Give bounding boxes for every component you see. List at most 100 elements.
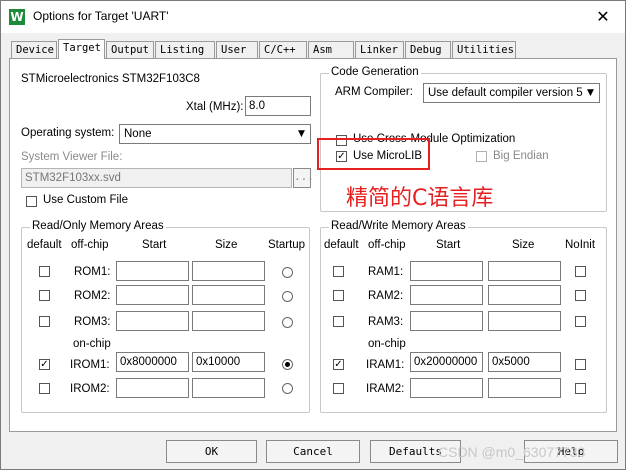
svf-input[interactable]: STM32F103xx.svd	[21, 168, 292, 188]
iram2-default-checkbox[interactable]	[333, 383, 344, 394]
device-name: STMicroelectronics STM32F103C8	[21, 73, 200, 85]
rom3-size-input[interactable]	[192, 311, 265, 331]
iram1-default-checkbox[interactable]: ✓	[333, 359, 344, 370]
ram1-start-input[interactable]	[410, 261, 483, 281]
rom3-label: ROM3:	[74, 316, 111, 328]
ram3-label: RAM3:	[368, 316, 404, 328]
rom3-default-checkbox[interactable]	[39, 316, 50, 327]
ram3-size-input[interactable]	[488, 311, 561, 331]
tab-linker[interactable]: Linker	[355, 41, 404, 58]
ram1-label: RAM1:	[368, 266, 404, 278]
irom2-startup-radio[interactable]	[282, 383, 293, 394]
iram2-start-input[interactable]	[410, 378, 483, 398]
rom1-start-input[interactable]	[116, 261, 189, 281]
big-endian-checkbox[interactable]	[476, 151, 487, 162]
cancel-button[interactable]: Cancel	[266, 440, 360, 463]
ram3-start-input[interactable]	[410, 311, 483, 331]
ro-header-startup: Startup	[268, 239, 306, 251]
os-label: Operating system:	[21, 127, 115, 139]
ram2-label: RAM2:	[368, 290, 404, 302]
arm-compiler-label: ARM Compiler:	[335, 86, 413, 98]
use-custom-file-label: Use Custom File	[43, 194, 128, 206]
tab-target[interactable]: Target	[58, 39, 105, 59]
irom2-default-checkbox[interactable]	[39, 383, 50, 394]
ram1-size-input[interactable]	[488, 261, 561, 281]
rom2-label: ROM2:	[74, 290, 111, 302]
rw-header-start: Start	[436, 239, 461, 251]
irom1-default-checkbox[interactable]: ✓	[39, 359, 50, 370]
chevron-down-icon[interactable]: ▼	[583, 85, 598, 101]
svf-browse-button[interactable]: ...	[293, 168, 314, 188]
tab-asm[interactable]: Asm	[308, 41, 354, 58]
iram1-size-input[interactable]: 0x5000	[488, 352, 561, 372]
ram2-size-input[interactable]	[488, 285, 561, 305]
irom1-start-input[interactable]: 0x8000000	[116, 352, 189, 372]
rw-header-noinit: NoInit	[565, 239, 596, 251]
close-icon[interactable]: ✕	[589, 6, 617, 28]
tab-device[interactable]: Device	[11, 41, 57, 58]
irom2-start-input[interactable]	[116, 378, 189, 398]
tab-output[interactable]: Output	[106, 41, 154, 58]
iram1-start-input[interactable]: 0x20000000	[410, 352, 483, 372]
title-bar: W Options for Target 'UART' ✕	[1, 1, 625, 33]
rom1-label: ROM1:	[74, 266, 111, 278]
irom1-label: IROM1:	[70, 359, 110, 371]
rw-header-size: Size	[512, 239, 535, 251]
rom1-default-checkbox[interactable]	[39, 266, 50, 277]
ro-header-size: Size	[215, 239, 238, 251]
iram2-label: IRAM2:	[366, 383, 405, 395]
ram3-noinit-checkbox[interactable]	[575, 316, 586, 327]
arm-compiler-value: Use default compiler version 5	[428, 87, 583, 99]
rw-onchip-label: on-chip	[368, 338, 406, 350]
ro-header-start: Start	[142, 239, 167, 251]
irom1-size-input[interactable]: 0x10000	[192, 352, 265, 372]
rw-header-offchip: off-chip	[368, 239, 406, 251]
iram1-label: IRAM1:	[366, 359, 405, 371]
chevron-down-icon[interactable]: ▼	[294, 126, 309, 142]
annotation-text: 精简的C语言库	[346, 186, 494, 211]
iram2-size-input[interactable]	[488, 378, 561, 398]
rom2-startup-radio[interactable]	[282, 291, 293, 302]
tab-cc[interactable]: C/C++	[259, 41, 307, 58]
ro-memory-title: Read/Only Memory Areas	[30, 220, 166, 232]
tab-debug[interactable]: Debug	[405, 41, 451, 58]
ram2-start-input[interactable]	[410, 285, 483, 305]
irom2-size-input[interactable]	[192, 378, 265, 398]
csdn-watermark: CSDN @m0_63077733	[438, 444, 586, 460]
rom1-startup-radio[interactable]	[282, 267, 293, 278]
rom3-startup-radio[interactable]	[282, 317, 293, 328]
ro-onchip-label: on-chip	[73, 338, 111, 350]
arm-compiler-select[interactable]: Use default compiler version 5 ▼	[423, 83, 600, 103]
window-title: Options for Target 'UART'	[33, 9, 169, 23]
tab-listing[interactable]: Listing	[155, 41, 215, 58]
xtal-input[interactable]: 8.0	[245, 96, 311, 116]
rom2-size-input[interactable]	[192, 285, 265, 305]
ro-header-offchip: off-chip	[71, 239, 109, 251]
tab-user[interactable]: User	[216, 41, 258, 58]
use-custom-file-checkbox[interactable]	[26, 196, 37, 207]
svf-label: System Viewer File:	[21, 151, 123, 163]
ram3-default-checkbox[interactable]	[333, 316, 344, 327]
rw-memory-title: Read/Write Memory Areas	[329, 220, 468, 232]
rom2-default-checkbox[interactable]	[39, 290, 50, 301]
iram1-noinit-checkbox[interactable]	[575, 359, 586, 370]
rom2-start-input[interactable]	[116, 285, 189, 305]
options-dialog: W Options for Target 'UART' ✕ Device Tar…	[0, 0, 626, 470]
ram2-noinit-checkbox[interactable]	[575, 290, 586, 301]
big-endian-label: Big Endian	[493, 150, 549, 162]
irom1-startup-radio[interactable]	[282, 359, 293, 370]
rom1-size-input[interactable]	[192, 261, 265, 281]
rom3-start-input[interactable]	[116, 311, 189, 331]
os-value: None	[124, 128, 152, 140]
ok-button[interactable]: OK	[166, 440, 257, 463]
irom2-label: IROM2:	[70, 383, 110, 395]
target-tab-panel: STMicroelectronics STM32F103C8 Xtal (MHz…	[9, 58, 617, 432]
ram1-default-checkbox[interactable]	[333, 266, 344, 277]
keil-app-icon: W	[9, 9, 25, 25]
os-select[interactable]: None ▼	[119, 124, 311, 144]
iram2-noinit-checkbox[interactable]	[575, 383, 586, 394]
ram1-noinit-checkbox[interactable]	[575, 266, 586, 277]
ro-header-default: default	[27, 239, 62, 251]
ram2-default-checkbox[interactable]	[333, 290, 344, 301]
tab-utilities[interactable]: Utilities	[452, 41, 516, 58]
